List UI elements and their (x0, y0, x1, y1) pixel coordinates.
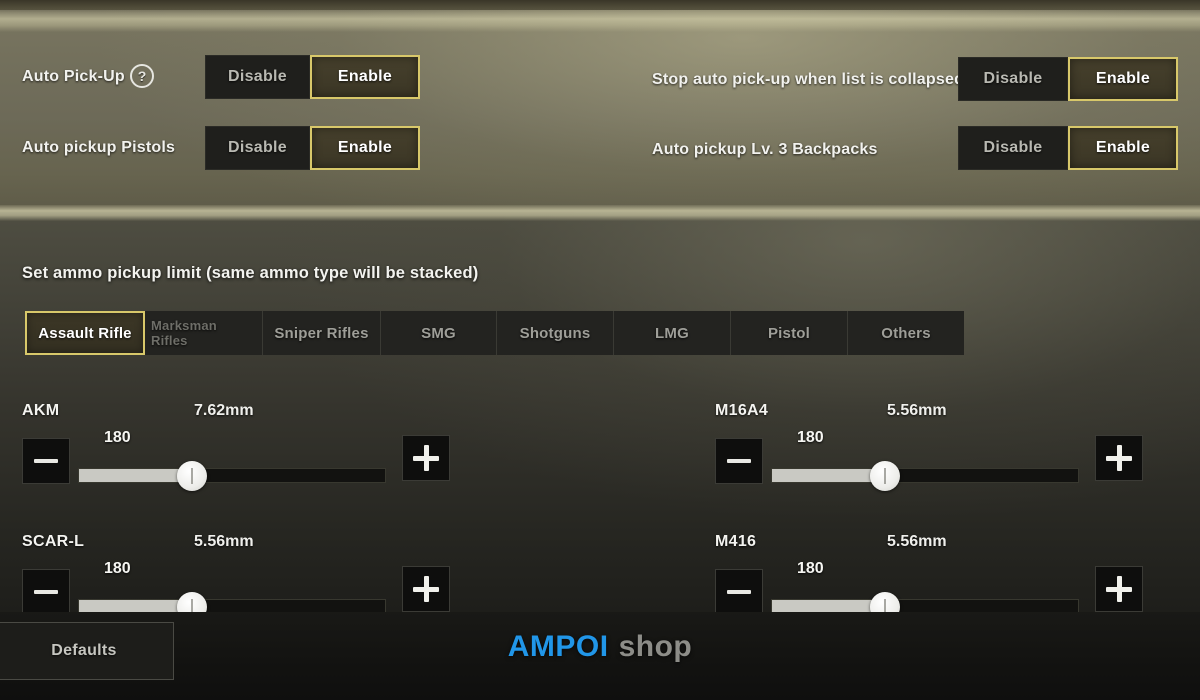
tab-marksman-rifles[interactable]: Marksman Rifles (145, 311, 263, 355)
toggle-stop-auto-pickup-collapsed-disable[interactable]: Disable (958, 57, 1068, 101)
minus-icon (34, 590, 58, 594)
ammo-section-heading: Set ammo pickup limit (same ammo type wi… (22, 264, 479, 282)
toggle-auto-pick-up-enable[interactable]: Enable (310, 55, 420, 99)
slider-fill-m16a4 (772, 469, 886, 482)
footer-bar (0, 612, 1200, 700)
weapon-name-m416: M416 (715, 533, 757, 550)
ammo-slider-m16a4[interactable] (771, 460, 1079, 491)
weapon-category-tabs: Assault Rifle Marksman Rifles Sniper Rif… (25, 311, 964, 355)
toggle-group-stop-auto-pickup-collapsed: Disable Enable (958, 57, 1178, 101)
tab-shotguns[interactable]: Shotguns (497, 311, 614, 355)
ammo-value-scar-l: 180 (104, 560, 131, 577)
slider-thumb-m16a4[interactable] (870, 460, 901, 491)
auto-pickup-panel: Auto Pick-Up ? Disable Enable Auto picku… (0, 0, 1200, 212)
weapon-caliber-m16a4: 5.56mm (887, 402, 947, 419)
weapon-row-m16a4: M16A4 5.56mm 180 (715, 402, 1175, 512)
ammo-value-m416: 180 (797, 560, 824, 577)
decrement-button-akm[interactable] (22, 438, 70, 484)
toggle-group-auto-pick-up: Disable Enable (205, 55, 420, 99)
setting-label-auto-pick-up: Auto Pick-Up (22, 68, 125, 85)
defaults-button[interactable]: Defaults (0, 622, 174, 680)
tab-lmg[interactable]: LMG (614, 311, 731, 355)
toggle-group-auto-pickup-pistols: Disable Enable (205, 126, 420, 170)
decrement-button-m416[interactable] (715, 569, 763, 615)
setting-label-auto-pickup-pistols: Auto pickup Pistols (22, 139, 176, 156)
weapon-caliber-m416: 5.56mm (887, 533, 947, 550)
setting-label-auto-pickup-lv3-backpacks: Auto pickup Lv. 3 Backpacks (652, 141, 878, 158)
increment-button-akm[interactable] (402, 435, 450, 481)
tab-pistol[interactable]: Pistol (731, 311, 848, 355)
toggle-auto-pickup-pistols-enable[interactable]: Enable (310, 126, 420, 170)
ammo-slider-akm[interactable] (78, 460, 386, 491)
toggle-auto-pickup-pistols-disable[interactable]: Disable (205, 126, 310, 170)
slider-fill-akm (79, 469, 193, 482)
weapon-row-akm: AKM 7.62mm 180 (22, 402, 482, 512)
toggle-auto-pickup-lv3-backpacks-disable[interactable]: Disable (958, 126, 1068, 170)
minus-icon (727, 590, 751, 594)
slider-thumb-akm[interactable] (177, 460, 208, 491)
weapon-name-scar-l: SCAR-L (22, 533, 85, 550)
weapon-name-akm: AKM (22, 402, 60, 419)
increment-button-m16a4[interactable] (1095, 435, 1143, 481)
question-mark-circle-icon[interactable]: ? (130, 64, 154, 88)
plus-icon-vertical (423, 576, 429, 602)
panel-divider (0, 205, 1200, 221)
tab-sniper-rifles[interactable]: Sniper Rifles (263, 311, 381, 355)
plus-icon-vertical (1116, 445, 1122, 471)
decrement-button-scar-l[interactable] (22, 569, 70, 615)
toggle-stop-auto-pickup-collapsed-enable[interactable]: Enable (1068, 57, 1178, 101)
weapon-caliber-scar-l: 5.56mm (194, 533, 254, 550)
weapon-caliber-akm: 7.62mm (194, 402, 254, 419)
toggle-group-auto-pickup-lv3-backpacks: Disable Enable (958, 126, 1178, 170)
plus-icon-vertical (1116, 576, 1122, 602)
ammo-value-akm: 180 (104, 429, 131, 446)
tab-smg[interactable]: SMG (381, 311, 497, 355)
weapon-name-m16a4: M16A4 (715, 402, 769, 419)
toggle-auto-pick-up-disable[interactable]: Disable (205, 55, 310, 99)
plus-icon-vertical (423, 445, 429, 471)
ammo-value-m16a4: 180 (797, 429, 824, 446)
minus-icon (34, 459, 58, 463)
minus-icon (727, 459, 751, 463)
increment-button-m416[interactable] (1095, 566, 1143, 612)
tab-others[interactable]: Others (848, 311, 964, 355)
toggle-auto-pickup-lv3-backpacks-enable[interactable]: Enable (1068, 126, 1178, 170)
increment-button-scar-l[interactable] (402, 566, 450, 612)
setting-label-stop-auto-pickup-collapsed: Stop auto pick-up when list is collapsed (652, 71, 965, 88)
tab-assault-rifle[interactable]: Assault Rifle (25, 311, 145, 355)
settings-screen: Auto Pick-Up ? Disable Enable Auto picku… (0, 0, 1200, 700)
decrement-button-m16a4[interactable] (715, 438, 763, 484)
